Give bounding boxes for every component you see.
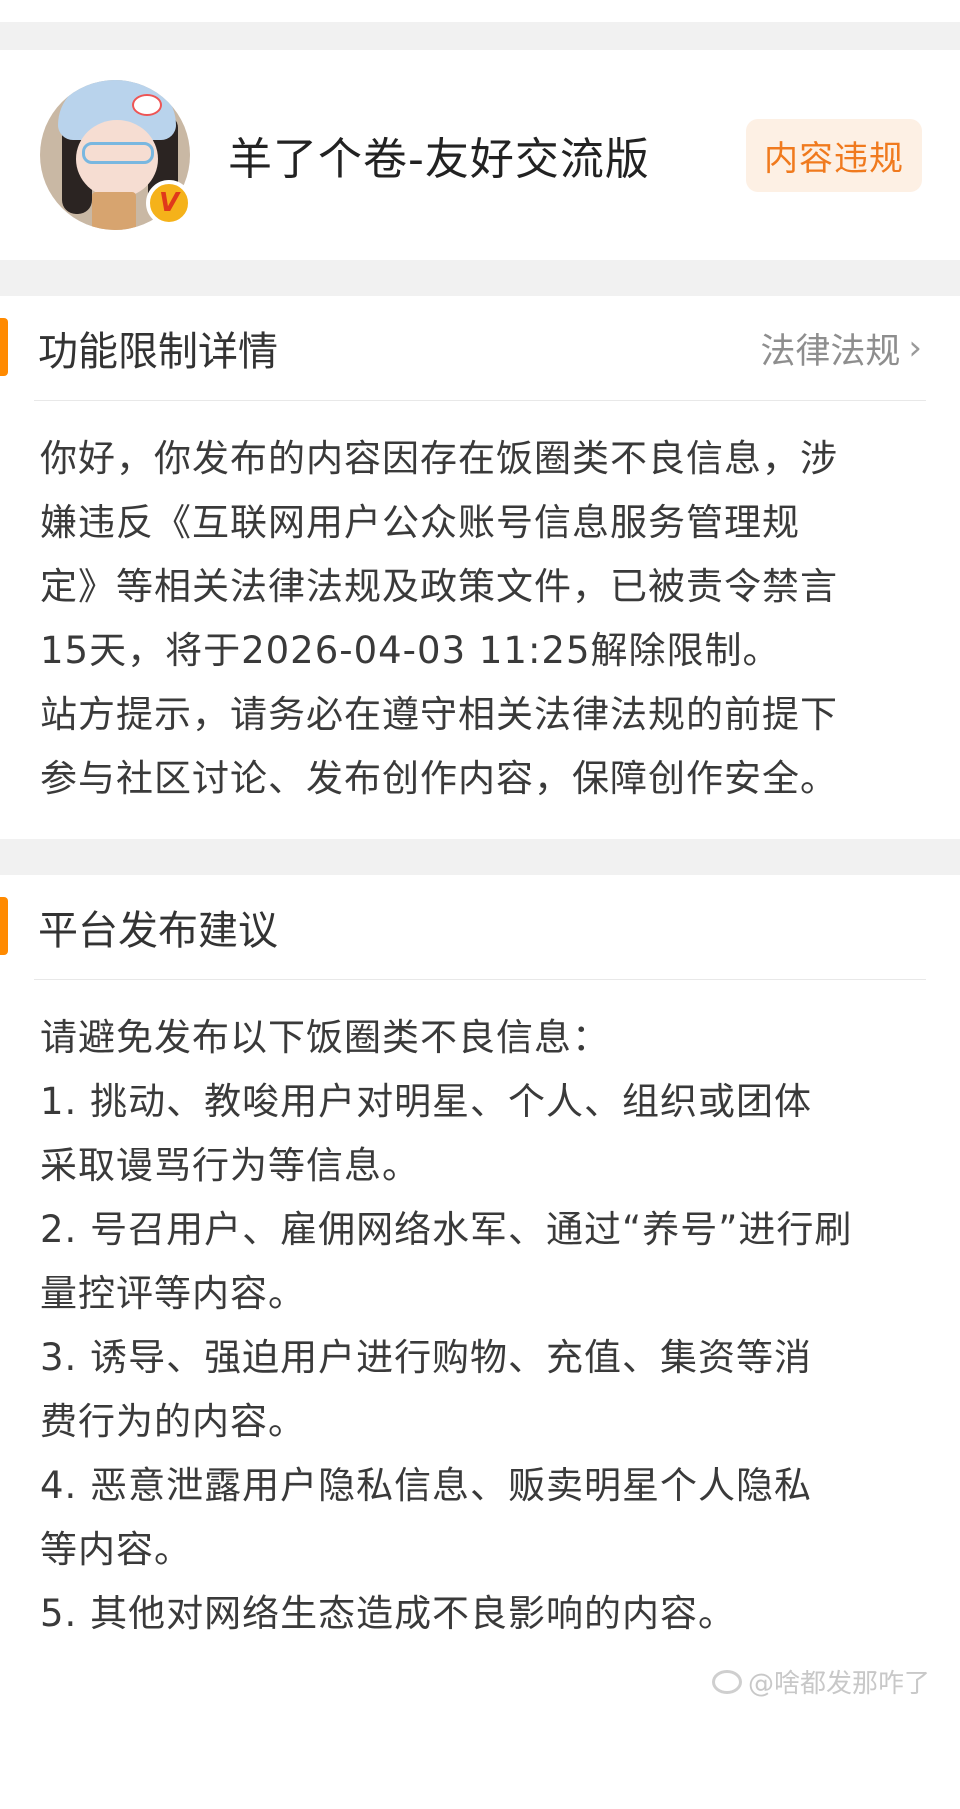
watermark: @啥都发那咋了 (711, 1663, 930, 1700)
weibo-logo-icon (711, 1669, 742, 1694)
advice-line: 请避免发布以下饭圈类不良信息： (40, 1016, 610, 1059)
laws-link[interactable]: 法律法规 › (760, 323, 922, 374)
avatar-bow (132, 94, 162, 116)
avatar[interactable]: V (40, 80, 192, 230)
top-strip (0, 0, 960, 22)
advice-line: 4. 恶意泄露用户隐私信息、贩卖明星个人隐私 (40, 1464, 813, 1507)
restriction-title: 功能限制详情 (38, 329, 278, 375)
message-line: 定》等相关法律法规及政策文件，已被责令禁言 (40, 565, 838, 608)
advice-title: 平台发布建议 (38, 908, 278, 954)
advice-header: 平台发布建议 (0, 875, 960, 979)
avatar-cup (92, 192, 136, 230)
section-gap (0, 839, 960, 875)
advice-line: 5. 其他对网络生态造成不良影响的内容。 (40, 1592, 737, 1635)
section-gap (0, 22, 960, 50)
message-line: 嫌违反《互联网用户公众账号信息服务管理规 (40, 501, 800, 544)
advice-line: 等内容。 (40, 1528, 192, 1571)
restriction-card: 功能限制详情 法律法规 › 你好，你发布的内容因存在饭圈类不良信息，涉 嫌违反《… (0, 296, 960, 839)
advice-line: 1. 挑动、教唆用户对明星、个人、组织或团体 (40, 1080, 813, 1123)
advice-line: 采取谩骂行为等信息。 (40, 1144, 420, 1187)
restriction-header: 功能限制详情 法律法规 › (0, 296, 960, 400)
username[interactable]: 羊了个卷-友好交流版 (228, 123, 746, 187)
verified-badge-icon: V (146, 180, 192, 226)
message-line: 站方提示，请务必在遵守相关法律法规的前提下 (40, 693, 838, 736)
accent-bar (0, 318, 8, 376)
restriction-message: 你好，你发布的内容因存在饭圈类不良信息，涉 嫌违反《互联网用户公众账号信息服务管… (0, 401, 960, 839)
message-line: 15天，将于2026-04-03 11:25解除限制。 (40, 629, 781, 672)
advice-list: 请避免发布以下饭圈类不良信息： 1. 挑动、教唆用户对明星、个人、组织或团体 采… (0, 980, 960, 1674)
advice-line: 量控评等内容。 (40, 1272, 306, 1315)
status-badge: 内容违规 (746, 118, 922, 192)
message-line: 你好，你发布的内容因存在饭圈类不良信息，涉 (40, 437, 838, 480)
accent-bar (0, 897, 8, 955)
watermark-text: @啥都发那咋了 (747, 1669, 930, 1699)
message-line: 参与社区讨论、发布创作内容，保障创作安全。 (40, 757, 838, 800)
avatar-glasses (82, 142, 154, 164)
chevron-right-icon: › (908, 328, 922, 368)
advice-line: 3. 诱导、强迫用户进行购物、充值、集资等消 (40, 1336, 813, 1379)
advice-line: 费行为的内容。 (40, 1400, 306, 1443)
section-gap (0, 260, 960, 296)
profile-card: V 羊了个卷-友好交流版 内容违规 (0, 50, 960, 260)
advice-line: 2. 号召用户、雇佣网络水军、通过“养号”进行刷 (40, 1208, 853, 1251)
laws-link-label: 法律法规 (760, 331, 901, 372)
